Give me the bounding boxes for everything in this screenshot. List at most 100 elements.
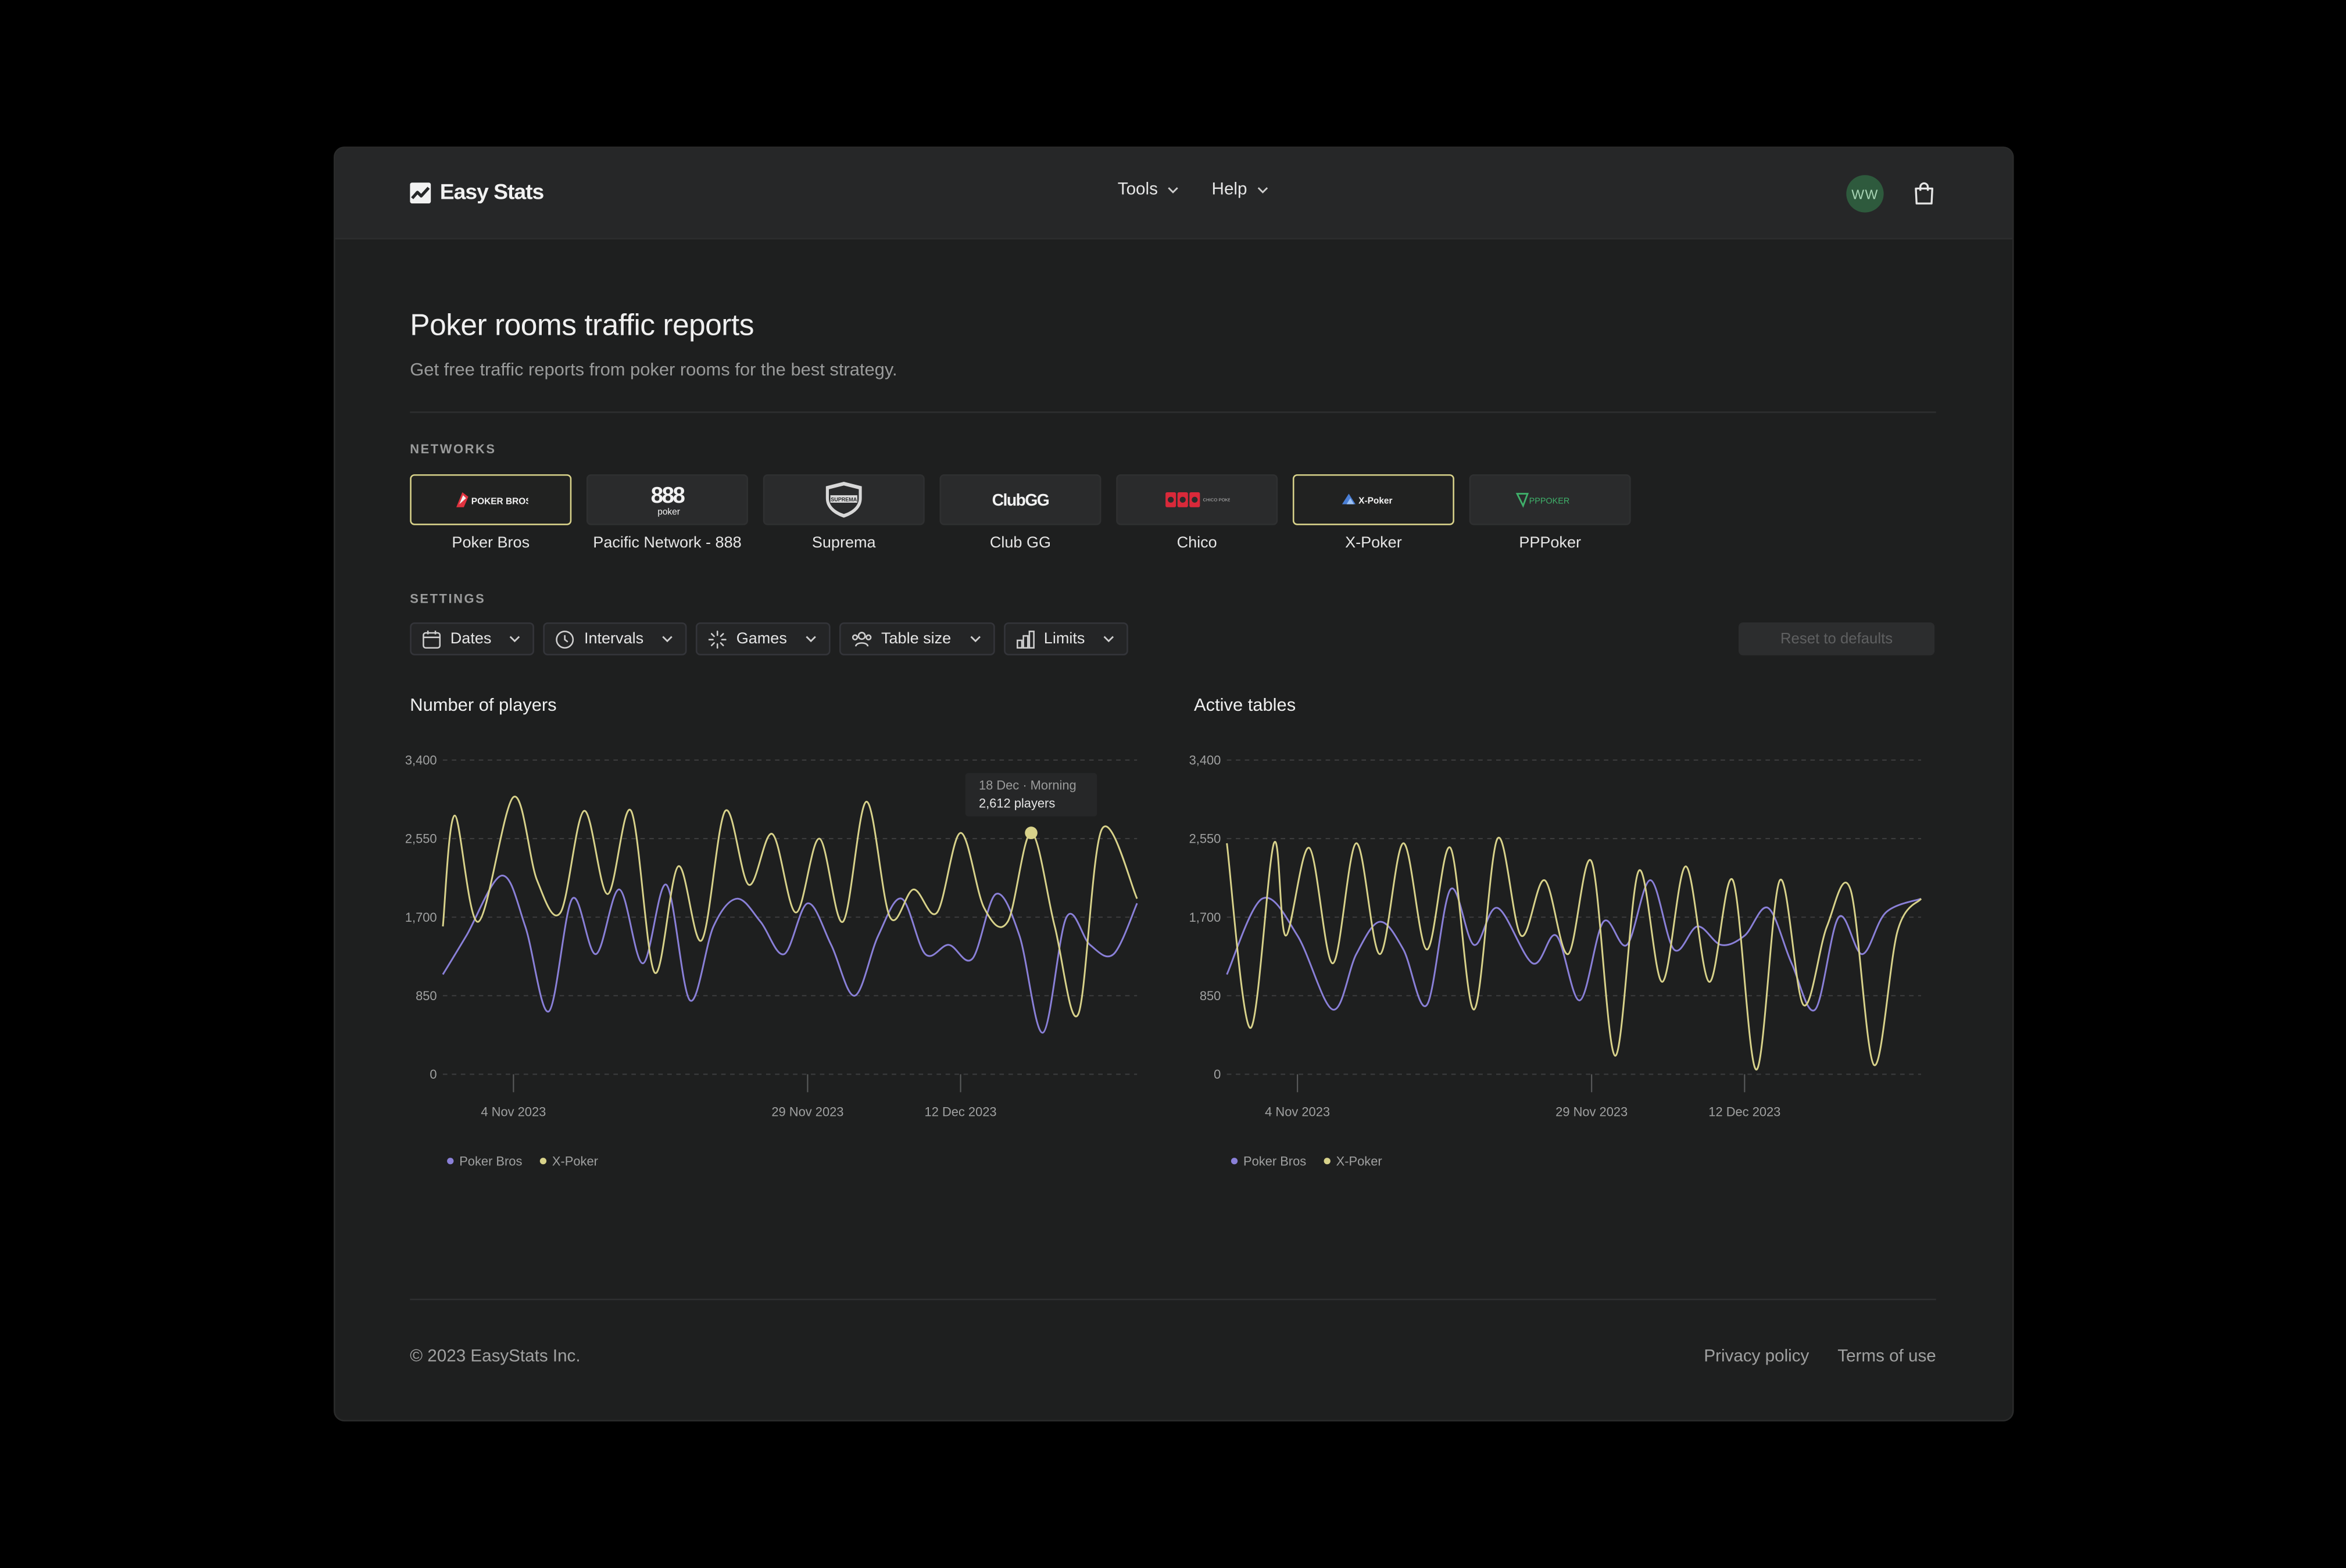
y-tick-label: 3,400 bbox=[405, 753, 437, 768]
tooltip-label: 18 Dec · Morning bbox=[979, 778, 1077, 792]
network-poker-bros[interactable]: POKER BROS Poker Bros bbox=[410, 474, 572, 552]
network-name: Poker Bros bbox=[452, 534, 530, 552]
table-size-filter[interactable]: Table size bbox=[839, 622, 995, 656]
intervals-filter[interactable]: Intervals bbox=[543, 622, 687, 656]
page-title: Poker rooms traffic reports bbox=[410, 309, 754, 343]
network-logo-tile: PPPOKER bbox=[1469, 474, 1631, 525]
bar-chart-icon bbox=[1016, 629, 1035, 648]
svg-text:ClubGG: ClubGG bbox=[992, 491, 1049, 509]
footer-divider bbox=[410, 1298, 1936, 1301]
network-suprema[interactable]: SUPREMA Suprema bbox=[763, 474, 925, 552]
y-tick-label: 1,700 bbox=[1189, 910, 1221, 925]
network-x-poker[interactable]: X-Poker X-Poker bbox=[1292, 474, 1454, 552]
copyright-text: © 2023 EasyStats Inc. bbox=[410, 1348, 581, 1366]
svg-text:X-Poker: X-Poker bbox=[1358, 496, 1392, 506]
reset-defaults-button[interactable]: Reset to defaults bbox=[1738, 622, 1935, 656]
svg-text:PPPOKER: PPPOKER bbox=[1529, 496, 1570, 506]
players-chart: 3,400 2,550 1,700 850 0 4 Nov 2023 29 Nov 2023… bbox=[401, 739, 1149, 1188]
games-filter[interactable]: Games bbox=[696, 622, 831, 656]
main-nav: Tools Help bbox=[1118, 181, 1268, 199]
network-logo-tile: X-Poker bbox=[1292, 474, 1454, 525]
chevron-down-icon bbox=[662, 636, 673, 643]
svg-text:CHICO POKER NETWORK: CHICO POKER NETWORK bbox=[1203, 497, 1229, 502]
nav-help[interactable]: Help bbox=[1212, 181, 1268, 199]
network-name: Chico bbox=[1176, 534, 1217, 552]
header-divider bbox=[410, 411, 1936, 413]
nav-tools[interactable]: Tools bbox=[1118, 181, 1179, 199]
network-logo-tile: CHICO POKER NETWORK bbox=[1116, 474, 1278, 525]
888-poker-logo-icon: 888 poker bbox=[651, 483, 686, 517]
chevron-down-icon bbox=[806, 636, 816, 643]
screenshot-stage: Easy Stats Tools Help WW Poker rooms tra… bbox=[0, 0, 2346, 1568]
players-chart-svg: 3,400 2,550 1,700 850 0 4 Nov 2023 29 Nov 2023… bbox=[405, 753, 1138, 1168]
y-tick-label: 0 bbox=[1214, 1067, 1221, 1082]
suprema-shield-logo-icon: SUPREMA bbox=[825, 481, 862, 518]
app-window: Easy Stats Tools Help WW Poker rooms tra… bbox=[335, 148, 2013, 1420]
x-tick-label: 29 Nov 2023 bbox=[771, 1105, 843, 1119]
network-name: X-Poker bbox=[1345, 534, 1402, 552]
legend-label: Poker Bros bbox=[1243, 1154, 1306, 1168]
series-line-x-poker bbox=[1226, 836, 1922, 1071]
svg-text:POKER BROS: POKER BROS bbox=[471, 497, 528, 507]
legend-swatch bbox=[447, 1158, 454, 1165]
calendar-icon bbox=[423, 629, 441, 648]
x-tick-label: 12 Dec 2023 bbox=[1708, 1105, 1780, 1119]
clock-icon bbox=[556, 629, 575, 648]
svg-text:poker: poker bbox=[657, 507, 680, 517]
chevron-down-icon bbox=[1257, 187, 1267, 194]
players-chart-title: Number of players bbox=[410, 694, 557, 715]
dates-filter[interactable]: Dates bbox=[410, 622, 535, 656]
network-chico[interactable]: CHICO POKER NETWORK Chico bbox=[1116, 474, 1278, 552]
series-line-poker-bros bbox=[1226, 879, 1922, 1012]
svg-text:SUPREMA: SUPREMA bbox=[831, 496, 857, 502]
legend-swatch bbox=[1231, 1158, 1238, 1165]
tables-chart-title: Active tables bbox=[1194, 694, 1296, 715]
x-tick-label: 29 Nov 2023 bbox=[1555, 1105, 1628, 1119]
network-club-gg[interactable]: ClubGG Club GG bbox=[939, 474, 1102, 552]
limits-filter[interactable]: Limits bbox=[1003, 622, 1129, 656]
network-pppoker[interactable]: PPPOKER PPPoker bbox=[1469, 474, 1631, 552]
legend-label: X-Poker bbox=[552, 1154, 598, 1168]
y-tick-label: 0 bbox=[430, 1067, 437, 1082]
chart-tooltip: 18 Dec · Morning 2,612 players bbox=[965, 773, 1097, 817]
x-tick-label: 4 Nov 2023 bbox=[1265, 1105, 1330, 1119]
intervals-filter-label: Intervals bbox=[584, 629, 644, 648]
chico-logo-icon: CHICO POKER NETWORK bbox=[1165, 492, 1230, 507]
legend-swatch bbox=[1324, 1158, 1331, 1165]
chevron-down-icon bbox=[1103, 636, 1114, 643]
chevron-down-icon bbox=[970, 636, 981, 643]
user-avatar[interactable]: WW bbox=[1846, 175, 1884, 213]
tooltip-value: 2,612 players bbox=[979, 796, 1055, 810]
brand-logo[interactable]: Easy Stats bbox=[410, 180, 545, 206]
y-tick-label: 2,550 bbox=[1189, 832, 1221, 846]
tooltip-point bbox=[1025, 826, 1038, 839]
y-tick-label: 1,700 bbox=[405, 910, 437, 925]
sparkle-icon bbox=[709, 629, 727, 648]
network-logo-tile: SUPREMA bbox=[763, 474, 925, 525]
legend-label: X-Poker bbox=[1336, 1154, 1382, 1168]
network-pacific-888[interactable]: 888 poker Pacific Network - 888 bbox=[586, 474, 748, 552]
games-filter-label: Games bbox=[736, 629, 787, 648]
nav-help-label: Help bbox=[1211, 181, 1247, 199]
settings-label: SETTINGS bbox=[410, 590, 486, 606]
clubgg-logo-icon: ClubGG bbox=[992, 491, 1050, 509]
network-list: POKER BROS Poker Bros 888 poker Pacific … bbox=[410, 474, 1631, 552]
network-logo-tile: 888 poker bbox=[586, 474, 748, 525]
network-logo-tile: ClubGG bbox=[939, 474, 1102, 525]
legend-label: Poker Bros bbox=[459, 1154, 522, 1168]
y-tick-label: 3,400 bbox=[1189, 753, 1221, 768]
x-tick-label: 12 Dec 2023 bbox=[925, 1105, 997, 1119]
logo-mark-icon bbox=[410, 182, 431, 204]
chevron-down-icon bbox=[510, 636, 521, 643]
filter-bar: Dates Intervals Games Table size Limits bbox=[410, 622, 1129, 656]
network-logo-tile: POKER BROS bbox=[410, 474, 572, 525]
x-tick-label: 4 Nov 2023 bbox=[481, 1105, 546, 1119]
tables-chart: 3,400 2,550 1,700 850 0 4 Nov 2023 29 Nov 2023… bbox=[1185, 739, 1933, 1188]
terms-of-use-link[interactable]: Terms of use bbox=[1837, 1348, 1936, 1366]
network-name: Pacific Network - 888 bbox=[593, 534, 742, 552]
nav-tools-label: Tools bbox=[1117, 181, 1158, 199]
brand-name: Easy Stats bbox=[439, 181, 545, 205]
privacy-policy-link[interactable]: Privacy policy bbox=[1704, 1348, 1809, 1366]
poker-bros-logo-icon: POKER BROS bbox=[456, 492, 528, 507]
shopping-bag-icon[interactable] bbox=[1914, 181, 1934, 205]
